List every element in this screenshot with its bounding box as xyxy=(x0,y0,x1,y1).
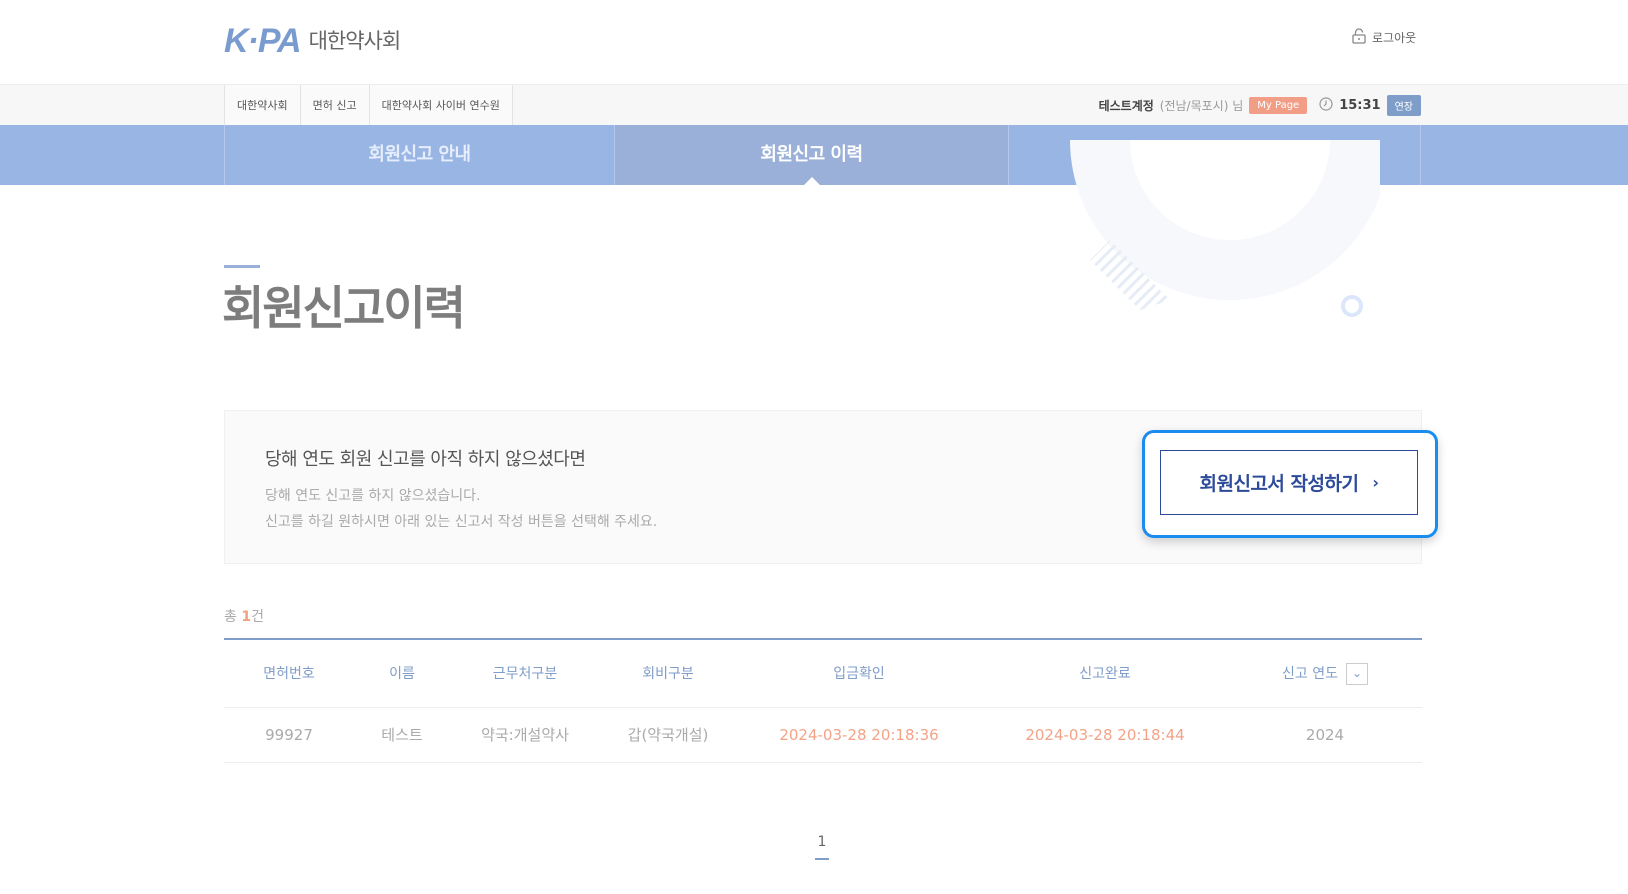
header-report-year-label: 신고 연도 xyxy=(1282,666,1338,682)
user-name: 테스트계정 xyxy=(1098,99,1154,113)
table-row[interactable]: 99927 테스트 약국:개설약사 갑(약국개설) 2024-03-28 20:… xyxy=(224,708,1422,763)
title-accent-bar xyxy=(224,265,260,268)
pagination-active-indicator xyxy=(815,858,829,860)
util-link-license[interactable]: 면허 신고 xyxy=(299,85,369,126)
header-workplace-type: 근무처구분 xyxy=(492,666,558,682)
header-fee-type: 회비구분 xyxy=(642,666,694,682)
page-title: 회원신고이력 xyxy=(222,281,466,335)
cell-license-no: 99927 xyxy=(265,726,313,744)
header-report-year: 신고 연도 ⌄ xyxy=(1228,640,1422,708)
tab-membership-guide[interactable]: 회원신고 안내 xyxy=(224,125,614,185)
history-table: 면허번호 이름 근무처구분 회비구분 입금확인 신고완료 신고 연도 ⌄ 9992… xyxy=(224,638,1422,763)
cell-workplace-type: 약국:개설약사 xyxy=(481,726,569,744)
logout-label: 로그아웃 xyxy=(1372,31,1417,45)
tab-divider xyxy=(1420,125,1421,185)
chevron-right-icon: › xyxy=(1372,473,1379,492)
pagination-page-1[interactable]: 1 xyxy=(808,834,836,850)
notice-line-2: 신고를 하길 원하시면 아래 있는 신고서 작성 버튼을 선택해 주세요. xyxy=(265,514,658,530)
logo-text: 대한약사회 xyxy=(308,29,402,53)
header-payment-confirm: 입금확인 xyxy=(833,666,885,682)
cell-name: 테스트 xyxy=(381,726,423,744)
count-suffix: 건 xyxy=(251,609,264,625)
cell-payment-confirm: 2024-03-28 20:18:36 xyxy=(779,726,939,744)
clock-icon xyxy=(1319,97,1333,114)
mypage-button[interactable]: My Page xyxy=(1249,97,1308,114)
site-header: K·PA 대한약사회 로그아웃 xyxy=(0,0,1628,84)
extend-session-button[interactable]: 연장 xyxy=(1386,95,1421,116)
decorative-graphic xyxy=(1060,140,1380,320)
logout-button[interactable]: 로그아웃 xyxy=(1352,28,1416,47)
session-time: 15:31 xyxy=(1339,98,1381,113)
count-prefix: 총 xyxy=(224,609,242,625)
logo-mark: K·PA xyxy=(224,22,302,60)
cell-fee-type: 갑(약국개설) xyxy=(627,726,709,744)
write-membership-form-button[interactable]: 회원신고서 작성하기 › xyxy=(1160,450,1418,515)
total-count: 총 1건 xyxy=(224,606,264,626)
util-links: 대한약사회 면허 신고 대한약사회 사이버 연수원 xyxy=(224,85,513,126)
logo[interactable]: K·PA 대한약사회 xyxy=(224,22,402,60)
write-button-label: 회원신고서 작성하기 xyxy=(1199,473,1359,495)
chevron-down-icon[interactable]: ⌄ xyxy=(1345,663,1368,685)
tab-membership-history[interactable]: 회원신고 이력 xyxy=(614,125,1008,185)
header-report-complete: 신고완료 xyxy=(1079,666,1131,682)
table-header: 면허번호 이름 근무처구분 회비구분 입금확인 신고완료 신고 연도 ⌄ xyxy=(224,638,1422,708)
tab-bar: 회원신고 안내 회원신고 이력 회원신고서 작성 xyxy=(0,125,1628,185)
user-region: (전남/목포시) 님 xyxy=(1159,99,1244,113)
page: K·PA 대한약사회 로그아웃 대한약사회 면허 신고 대한약사회 사이버 연수… xyxy=(0,0,1628,894)
cell-report-complete: 2024-03-28 20:18:44 xyxy=(1025,726,1185,744)
unlock-icon xyxy=(1352,28,1366,47)
notice-line-1: 당해 연도 신고를 하지 않으셨습니다. xyxy=(265,488,481,504)
notice-heading: 당해 연도 회원 신고를 아직 하지 않으셨다면 xyxy=(265,449,586,470)
header-name: 이름 xyxy=(389,666,415,682)
count-value: 1 xyxy=(241,609,252,625)
cell-report-year: 2024 xyxy=(1305,726,1345,744)
util-link-kpa[interactable]: 대한약사회 xyxy=(224,85,300,126)
user-area: 테스트계정 (전남/목포시) 님 My Page 15:31 연장 xyxy=(1099,85,1421,126)
header-license-no: 면허번호 xyxy=(263,666,315,682)
utility-bar: 대한약사회 면허 신고 대한약사회 사이버 연수원 테스트계정 (전남/목포시)… xyxy=(0,84,1628,126)
util-link-cyber-academy[interactable]: 대한약사회 사이버 연수원 xyxy=(368,85,513,126)
